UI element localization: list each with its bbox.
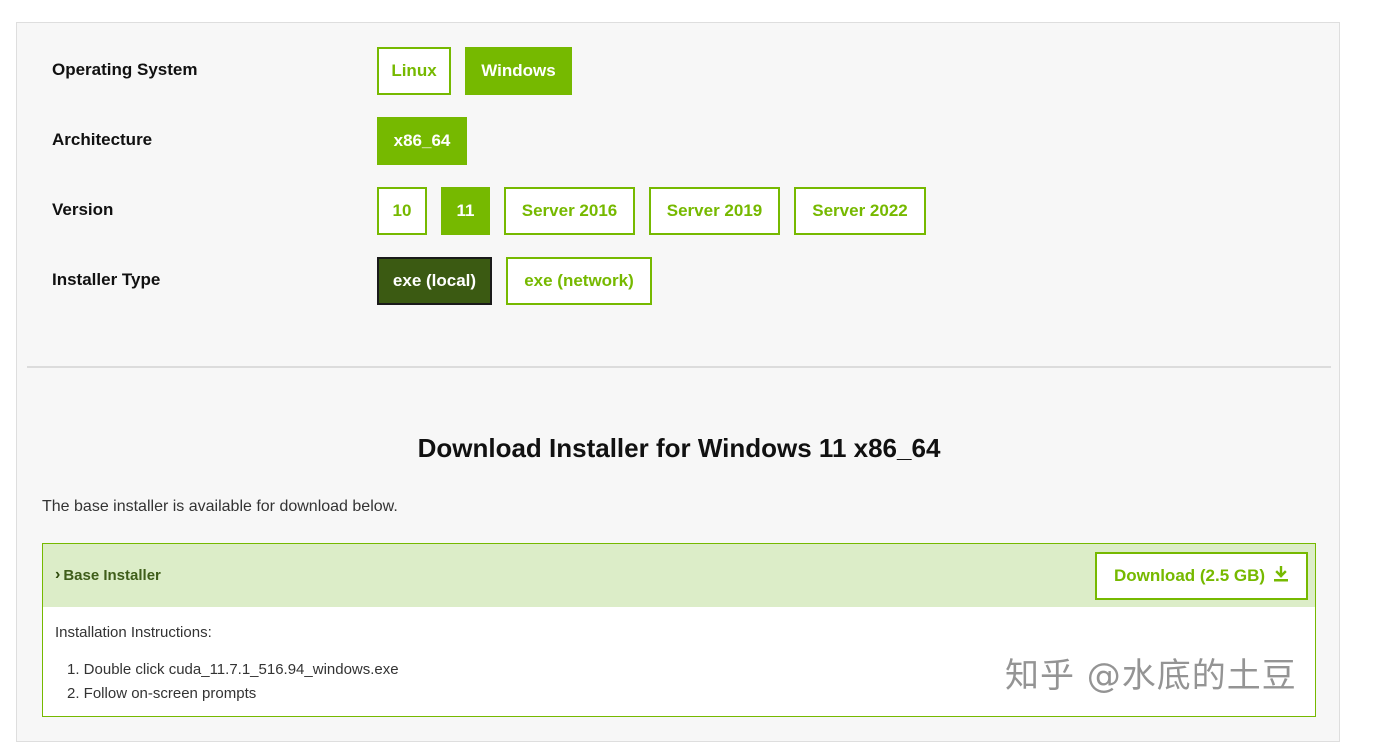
section-divider <box>27 366 1331 368</box>
version-option-11[interactable]: 11 <box>441 187 490 235</box>
installation-step: 2. Follow on-screen prompts <box>67 685 257 702</box>
os-label: Operating System <box>52 60 198 79</box>
installer-type-option-exe-network[interactable]: exe (network) <box>506 257 652 305</box>
architecture-label: Architecture <box>52 130 153 149</box>
installation-instructions-title: Installation Instructions: <box>55 624 212 641</box>
version-label: Version <box>52 200 114 219</box>
base-installer-header: › Base Installer Download (2.5 GB) <box>43 544 1315 607</box>
chevron-right-icon: › <box>55 566 61 583</box>
installer-type-label: Installer Type <box>52 270 161 289</box>
download-button-label: Download (2.5 GB) <box>1113 566 1266 585</box>
os-option-linux[interactable]: Linux <box>377 47 451 95</box>
installer-type-option-exe-local[interactable]: exe (local) <box>377 257 492 305</box>
version-option-10[interactable]: 10 <box>377 187 427 235</box>
version-option-server-2016[interactable]: Server 2016 <box>504 187 635 235</box>
base-installer-label: Base Installer <box>63 566 161 584</box>
download-button[interactable]: Download (2.5 GB) <box>1095 552 1308 600</box>
installation-step: 1. Double click cuda_11.7.1_516.94_windo… <box>67 661 399 678</box>
cuda-download-panel: Operating System Linux Windows Architect… <box>16 22 1340 742</box>
download-title: Download Installer for Windows 11 x86_64 <box>417 433 941 463</box>
download-icon <box>1273 565 1289 587</box>
base-installer-toggle[interactable]: › Base Installer <box>55 566 161 584</box>
zhihu-watermark: 知乎 @水底的土豆 <box>1005 656 1297 696</box>
version-option-server-2019[interactable]: Server 2019 <box>649 187 780 235</box>
installation-steps: 1. Double click cuda_11.7.1_516.94_windo… <box>67 658 399 706</box>
download-description: The base installer is available for down… <box>42 498 398 515</box>
version-option-server-2022[interactable]: Server 2022 <box>794 187 926 235</box>
os-option-windows[interactable]: Windows <box>465 47 572 95</box>
architecture-option-x86-64[interactable]: x86_64 <box>377 117 467 165</box>
